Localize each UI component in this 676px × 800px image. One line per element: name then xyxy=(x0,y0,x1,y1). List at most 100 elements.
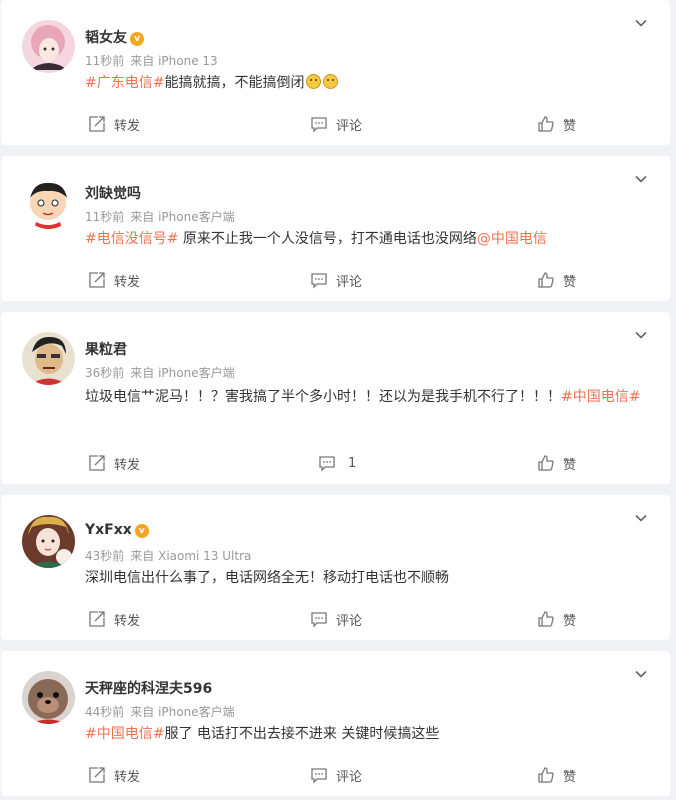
emoji-icon xyxy=(323,74,339,89)
repost-icon xyxy=(89,767,105,783)
comment-button[interactable]: 评论 xyxy=(310,764,362,786)
chevron-down-icon[interactable] xyxy=(634,511,648,525)
vip-badge-icon: v xyxy=(130,32,144,46)
repost-label: 转发 xyxy=(114,118,141,134)
username[interactable]: YxFxx v xyxy=(85,522,149,538)
post-source: 来自 iPhone客户端 xyxy=(130,210,235,224)
comment-icon xyxy=(311,768,327,784)
repost-label: 转发 xyxy=(114,769,141,785)
action-bar: 转发 评论 赞 xyxy=(1,113,670,135)
avatar[interactable] xyxy=(22,332,75,385)
repost-button[interactable]: 转发 xyxy=(88,608,140,630)
comment-count: 1 xyxy=(348,455,357,471)
comment-label: 评论 xyxy=(336,118,363,134)
repost-button[interactable]: 转发 xyxy=(88,764,140,786)
post-card: 果粒君 36秒前 来自 iPhone客户端 垃圾电信艹泥马！！？害我搞了半个多小时… xyxy=(1,312,670,484)
post-meta: 36秒前 来自 iPhone客户端 xyxy=(85,364,235,381)
repost-button[interactable]: 转发 xyxy=(88,269,140,291)
post-card: 刘缺觉吗 11秒前 来自 iPhone客户端 #电信没信号# 原来不止我一个人没信… xyxy=(1,156,670,301)
post-source: 来自 Xiaomi 13 Ultra xyxy=(130,549,252,563)
hashtag-link[interactable]: #中国电信# xyxy=(85,726,164,742)
like-icon xyxy=(538,116,554,132)
like-button[interactable]: 赞 xyxy=(537,764,576,786)
post-text: 垃圾电信艹泥马！！？害我搞了半个多小时！！还以为是我手机不行了！！！ xyxy=(85,389,561,405)
post-meta: 43秒前 来自 Xiaomi 13 Ultra xyxy=(85,547,251,564)
action-bar: 转发 评论 赞 xyxy=(1,764,670,786)
like-label: 赞 xyxy=(563,457,577,473)
post-card: 韬女友 v 11秒前 来自 iPhone 13 #广东电信#能搞就搞，不能搞倒闭 转… xyxy=(1,0,670,145)
post-content: #中国电信#服了 电话打不出去接不进来 关键时候搞这些 xyxy=(85,723,655,746)
username[interactable]: 刘缺觉吗 xyxy=(85,183,141,203)
action-bar: 转发 评论 赞 xyxy=(1,269,670,291)
post-content: #广东电信#能搞就搞，不能搞倒闭 xyxy=(85,72,655,95)
post-text: 能搞就搞，不能搞倒闭 xyxy=(164,75,305,91)
repost-icon xyxy=(89,116,105,132)
post-card: YxFxx v 43秒前 来自 Xiaomi 13 Ultra 深圳电信出什么事了，… xyxy=(1,495,670,640)
post-text: 深圳电信出什么事了，电话网络全无！移动打电话也不顺畅 xyxy=(85,570,449,586)
like-icon xyxy=(538,767,554,783)
weibo-feed: 韬女友 v 11秒前 来自 iPhone 13 #广东电信#能搞就搞，不能搞倒闭 转… xyxy=(0,0,676,800)
post-content: #电信没信号# 原来不止我一个人没信号，打不通电话也没网络@中国电信 xyxy=(85,228,655,251)
repost-label: 转发 xyxy=(114,274,141,290)
avatar[interactable] xyxy=(22,671,75,724)
chevron-down-icon[interactable] xyxy=(634,172,648,186)
chevron-down-icon[interactable] xyxy=(634,328,648,342)
post-card: 天秤座的科涅夫596 44秒前 来自 iPhone客户端 #中国电信#服了 电话打… xyxy=(1,651,670,796)
comment-button[interactable]: 1 xyxy=(318,452,356,474)
avatar[interactable] xyxy=(22,515,75,568)
repost-label: 转发 xyxy=(114,613,141,629)
like-button[interactable]: 赞 xyxy=(537,269,576,291)
post-source: 来自 iPhone 13 xyxy=(130,54,218,68)
post-source: 来自 iPhone客户端 xyxy=(130,705,235,719)
mention-link[interactable]: @中国电信 xyxy=(477,231,547,247)
hashtag-link[interactable]: #中国电信# xyxy=(561,389,640,405)
chevron-down-icon[interactable] xyxy=(634,667,648,681)
chevron-down-icon[interactable] xyxy=(634,16,648,30)
avatar[interactable] xyxy=(22,20,75,73)
like-icon xyxy=(538,272,554,288)
like-icon xyxy=(538,611,554,627)
like-icon xyxy=(538,455,554,471)
comment-label: 评论 xyxy=(336,274,363,290)
like-button[interactable]: 赞 xyxy=(537,608,576,630)
post-meta: 44秒前 来自 iPhone客户端 xyxy=(85,703,235,720)
hashtag-link[interactable]: #电信没信号# xyxy=(85,231,178,247)
post-time[interactable]: 36秒前 xyxy=(85,366,124,380)
username[interactable]: 天秤座的科涅夫596 xyxy=(85,678,212,698)
comment-button[interactable]: 评论 xyxy=(310,113,362,135)
post-time[interactable]: 11秒前 xyxy=(85,54,124,68)
username[interactable]: 果粒君 xyxy=(85,339,127,359)
post-meta: 11秒前 来自 iPhone客户端 xyxy=(85,208,235,225)
post-content: 深圳电信出什么事了，电话网络全无！移动打电话也不顺畅 xyxy=(85,567,655,590)
comment-icon xyxy=(311,273,327,289)
post-time[interactable]: 43秒前 xyxy=(85,549,124,563)
comment-button[interactable]: 评论 xyxy=(310,269,362,291)
username[interactable]: 韬女友 v xyxy=(85,27,144,47)
hashtag-link[interactable]: #广东电信# xyxy=(85,75,164,91)
like-button[interactable]: 赞 xyxy=(537,452,576,474)
like-label: 赞 xyxy=(563,118,577,134)
emoji-icon xyxy=(306,74,322,89)
repost-button[interactable]: 转发 xyxy=(88,452,140,474)
comment-button[interactable]: 评论 xyxy=(310,608,362,630)
post-content: 垃圾电信艹泥马！！？害我搞了半个多小时！！还以为是我手机不行了！！！#中国电信# xyxy=(85,384,660,410)
repost-label: 转发 xyxy=(114,457,141,473)
comment-label: 评论 xyxy=(336,769,363,785)
post-text: 服了 电话打不出去接不进来 关键时候搞这些 xyxy=(164,726,440,742)
repost-icon xyxy=(89,455,105,471)
comment-icon xyxy=(311,612,327,628)
post-text: 原来不止我一个人没信号，打不通电话也没网络 xyxy=(178,231,477,247)
repost-icon xyxy=(89,272,105,288)
comment-label: 评论 xyxy=(336,613,363,629)
post-time[interactable]: 44秒前 xyxy=(85,705,124,719)
post-meta: 11秒前 来自 iPhone 13 xyxy=(85,52,218,69)
avatar[interactable] xyxy=(22,176,75,229)
post-time[interactable]: 11秒前 xyxy=(85,210,124,224)
action-bar: 转发 评论 赞 xyxy=(1,608,670,630)
post-source: 来自 iPhone客户端 xyxy=(130,366,235,380)
action-bar: 转发 1 赞 xyxy=(1,452,670,474)
vip-badge-icon: v xyxy=(134,524,149,538)
repost-button[interactable]: 转发 xyxy=(88,113,140,135)
like-button[interactable]: 赞 xyxy=(537,113,576,135)
like-label: 赞 xyxy=(563,613,577,629)
